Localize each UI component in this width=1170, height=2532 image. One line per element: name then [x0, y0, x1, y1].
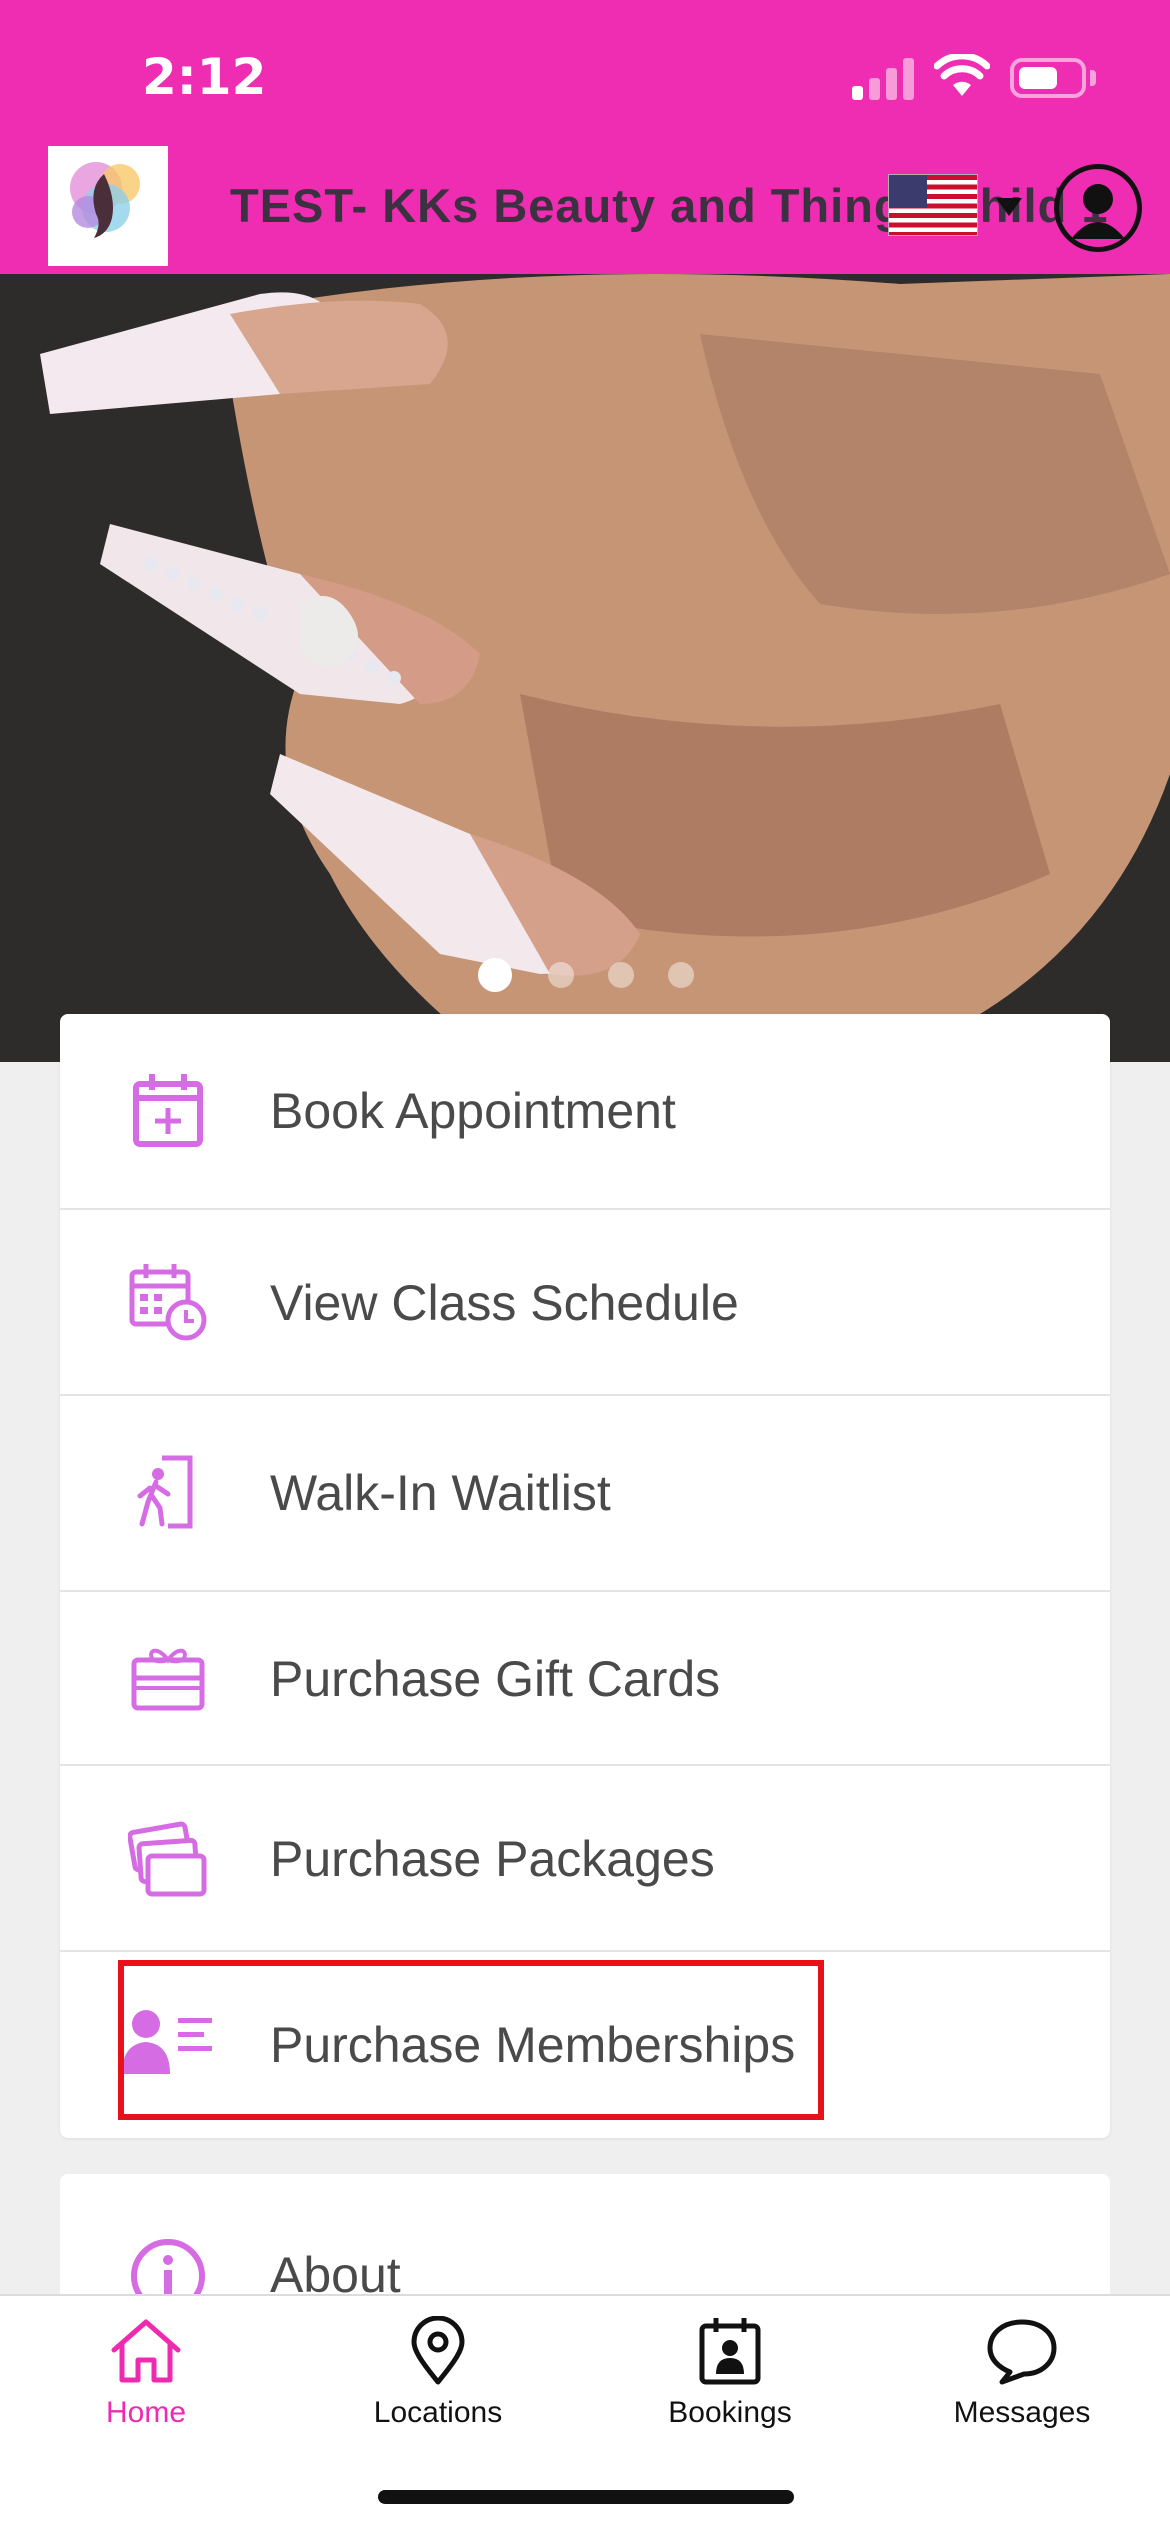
nails-photo	[0, 274, 1170, 1062]
cellular-signal-icon	[852, 58, 916, 100]
tab-label: Locations	[373, 2396, 503, 2429]
bookings-icon	[699, 2318, 761, 2385]
carousel-dot[interactable]	[668, 962, 694, 988]
language-dropdown-caret-icon[interactable]	[996, 198, 1022, 216]
hero-carousel[interactable]	[0, 274, 1170, 1062]
location-pin-icon	[411, 2316, 465, 2385]
tab-locations[interactable]: Locations	[292, 2316, 584, 2456]
menu-item-label: Purchase Packages	[270, 1831, 715, 1887]
carousel-dot[interactable]	[548, 962, 574, 988]
top-bar: 2:12 TEST- KKs Beauty and Things Child 1	[0, 0, 1170, 274]
battery-icon	[1010, 58, 1086, 98]
home-icon	[111, 2319, 181, 2383]
menu-item-label: Walk-In Waitlist	[270, 1465, 611, 1521]
carousel-dot[interactable]	[608, 962, 634, 988]
tab-label: Home	[105, 2396, 187, 2429]
menu-item-label: Book Appointment	[270, 1083, 676, 1139]
about-card[interactable]: About	[60, 2174, 1110, 2313]
menu-item-purchase-packages[interactable]: Purchase Packages	[60, 1766, 1110, 1952]
profile-icon[interactable]	[1054, 164, 1142, 252]
tab-bookings[interactable]: Bookings	[584, 2316, 876, 2456]
highlight-box	[118, 1960, 824, 2120]
menu-item-book-appointment[interactable]: Book Appointment	[60, 1014, 1110, 1210]
packages-icon	[128, 1821, 207, 1897]
tab-messages[interactable]: Messages	[876, 2316, 1168, 2456]
us-flag-icon[interactable]	[888, 174, 978, 236]
menu-item-view-class-schedule[interactable]: View Class Schedule	[60, 1210, 1110, 1396]
app-logo[interactable]	[48, 146, 168, 266]
carousel-indicator[interactable]	[0, 958, 1170, 992]
menu-item-purchase-gift-cards[interactable]: Purchase Gift Cards	[60, 1592, 1110, 1766]
tab-label: Bookings	[668, 2396, 792, 2429]
menu-item-label: View Class Schedule	[270, 1275, 739, 1331]
chat-bubble-icon	[987, 2319, 1057, 2385]
gift-card-icon	[131, 1648, 205, 1711]
tab-label: Messages	[953, 2396, 1091, 2429]
tab-home[interactable]: Home	[0, 2316, 292, 2456]
calendar-plus-icon	[133, 1074, 203, 1147]
menu-item-walk-in-waitlist[interactable]: Walk-In Waitlist	[60, 1396, 1110, 1592]
calendar-clock-icon	[129, 1264, 207, 1341]
status-time: 2:12	[142, 48, 267, 106]
wifi-icon	[934, 54, 990, 96]
walk-in-icon	[137, 1455, 193, 1529]
logo-image	[70, 162, 140, 238]
menu-item-label: Purchase Gift Cards	[270, 1651, 721, 1707]
home-indicator[interactable]	[378, 2490, 794, 2504]
carousel-dot-active[interactable]	[478, 958, 512, 992]
